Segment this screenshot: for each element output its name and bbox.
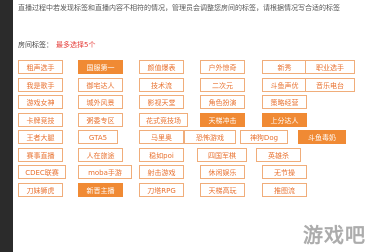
tag-button[interactable]: 无节操: [262, 165, 307, 179]
tag-button[interactable]: 粗声选手: [18, 60, 63, 74]
tag-button[interactable]: 四国军棋: [197, 147, 247, 162]
tag-button-selected[interactable]: 斗鱼毒奶: [298, 130, 346, 144]
tag-button[interactable]: 御宅达人: [78, 77, 123, 92]
tag-button[interactable]: 人在旅途: [78, 147, 123, 162]
tag-button[interactable]: 天梯高玩: [200, 182, 245, 197]
tag-limit-hint: 最多选择5个: [56, 41, 96, 49]
watermark-logo: 游戏吧: [303, 223, 366, 247]
tag-button[interactable]: 刀妹狮虎: [18, 182, 63, 197]
tag-button[interactable]: 我是歌手: [18, 77, 63, 92]
tag-row: CDEC联赛 moba手游 射击游戏 休闲娱乐 无节操: [18, 165, 363, 183]
tag-button[interactable]: 花式竞技场: [139, 112, 188, 127]
tag-button[interactable]: 刀塔RPG: [139, 182, 184, 197]
tag-button[interactable]: moba手游: [78, 165, 132, 179]
tag-button-selected[interactable]: 国服第一: [78, 60, 123, 74]
tag-row: 我是歌手 御宅达人 技术流 二次元 斗鱼声优 音乐电台: [18, 77, 363, 96]
tag-button[interactable]: 马里奥: [139, 130, 184, 144]
tag-row: 卡牌竞技 粥委专区 花式竞技场 天梯冲击 上分达人: [18, 112, 363, 131]
tag-button-selected[interactable]: 上分达人: [262, 112, 307, 127]
tag-row: 游戏女神 城外风景 影视天堂 角色扮演 策略经营: [18, 95, 363, 113]
tag-button[interactable]: 颜值爆表: [139, 60, 184, 74]
tag-button[interactable]: 射击游戏: [139, 165, 184, 179]
tag-grid: 粗声选手 国服第一 颜值爆表 户外惊奇 新秀 职业选手我是歌手 御宅达人 技术流 二次元 斗鱼声优…: [18, 60, 363, 200]
tag-row: 王者大腿 GTA5 马里奥 恐怖游戏 神狗Dog 斗鱼毒奶: [18, 130, 363, 148]
tag-button[interactable]: 音乐电台: [305, 77, 355, 92]
tag-button[interactable]: 神狗Dog: [240, 130, 288, 144]
tag-button-selected[interactable]: 新晋主播: [78, 182, 123, 197]
tag-button[interactable]: 角色扮演: [200, 95, 245, 109]
tag-button[interactable]: CDEC联赛: [18, 165, 66, 179]
tag-button[interactable]: 推图流: [262, 182, 307, 197]
tag-button[interactable]: 城外风景: [78, 95, 123, 109]
tag-button[interactable]: 英雄杀: [256, 147, 301, 162]
room-tag-title: 房间标签：: [18, 41, 53, 49]
tag-button[interactable]: 二次元: [200, 77, 245, 92]
tag-button[interactable]: 稳如poi: [139, 147, 184, 162]
tag-button[interactable]: 恐怖游戏: [184, 130, 236, 144]
tag-row: 刀妹狮虎 新晋主播 刀塔RPG 天梯高玩 推图流: [18, 182, 363, 201]
tag-button[interactable]: 策略经营: [262, 95, 307, 109]
tag-row: 粗声选手 国服第一 颜值爆表 户外惊奇 新秀 职业选手: [18, 60, 363, 78]
tag-button[interactable]: 职业选手: [305, 60, 355, 74]
tag-button-selected[interactable]: 天梯冲击: [200, 112, 245, 127]
tag-button[interactable]: 粥委专区: [78, 112, 123, 127]
notice-text: 直播过程中若发现标签和直播内容不相符的情况，管理员会调整您房间的标签，请根据情况…: [18, 4, 340, 12]
tag-button[interactable]: 卡牌竞技: [18, 112, 63, 127]
tag-button[interactable]: 王者大腿: [18, 130, 63, 144]
tag-button[interactable]: 休闲娱乐: [200, 165, 245, 179]
tag-button[interactable]: GTA5: [78, 130, 118, 144]
tag-button[interactable]: 影视天堂: [139, 95, 184, 109]
tag-button[interactable]: 斗鱼声优: [262, 77, 307, 92]
tag-button[interactable]: 赛事直播: [18, 147, 63, 162]
tag-button[interactable]: 技术流: [139, 77, 184, 92]
tag-button[interactable]: 新秀: [262, 60, 307, 74]
left-dark-sidebar: [0, 0, 13, 252]
tag-row: 赛事直播 人在旅途 稳如poi 四国军棋 英雄杀: [18, 147, 363, 166]
room-tag-label: 房间标签： 最多选择5个: [18, 40, 95, 50]
tag-button[interactable]: 户外惊奇: [200, 60, 245, 74]
tag-button[interactable]: 游戏女神: [18, 95, 63, 109]
